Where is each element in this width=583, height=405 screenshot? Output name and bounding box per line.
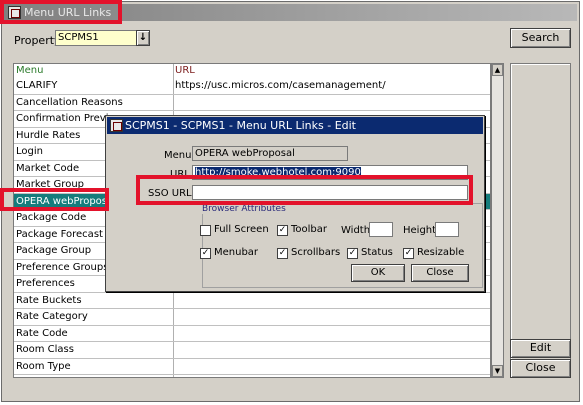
scroll-up-icon[interactable]: ▲ <box>492 64 503 76</box>
annotation-highlight-selected-row <box>0 188 109 211</box>
dialog-app-icon <box>110 119 123 132</box>
height-label: Height <box>403 225 437 236</box>
browser-attributes-label: Browser Attributes <box>202 204 286 214</box>
status-checkbox[interactable]: ✓ <box>347 248 358 259</box>
menu-cell: Room Class <box>16 344 74 355</box>
annotation-highlight-sso-url <box>136 175 473 205</box>
edit-button[interactable]: Edit <box>510 339 571 358</box>
resizable-label: Resizable <box>417 247 465 258</box>
menu-field: OPERA webProposal <box>192 146 348 161</box>
dialog-close-button[interactable]: Close <box>411 264 469 282</box>
ok-button[interactable]: OK <box>351 264 405 282</box>
scrollbars-checkbox[interactable]: ✓ <box>277 248 288 259</box>
table-row[interactable]: Rate Code <box>14 326 490 342</box>
menu-cell: Room Type <box>16 360 71 372</box>
width-field[interactable] <box>369 222 393 237</box>
url-cell: https://usc.micros.com/casemanagement/ <box>175 80 386 91</box>
dialog-title: SCPMS1 - SCPMS1 - Menu URL Links - Edit <box>125 119 356 132</box>
property-value: SCPMS1 <box>58 32 99 43</box>
menubar-label: Menubar <box>214 247 259 258</box>
close-button[interactable]: Close <box>510 359 571 378</box>
chevron-down-icon: ↓ <box>138 32 148 43</box>
menu-cell: Cancellation Reasons <box>16 96 123 108</box>
column-header-url: URL <box>175 65 195 76</box>
table-header: Menu URL <box>14 64 490 78</box>
side-button-panel <box>510 63 571 378</box>
annotation-highlight-title <box>0 0 122 24</box>
scrollbars-label: Scrollbars <box>291 247 341 258</box>
full-screen-label: Full Screen <box>214 224 269 235</box>
table-row[interactable]: Rate Category <box>14 309 490 326</box>
height-field[interactable] <box>435 222 459 237</box>
dialog-title-bar: SCPMS1 - SCPMS1 - Menu URL Links - Edit <box>107 117 483 134</box>
scroll-down-icon[interactable]: ▼ <box>492 365 503 377</box>
menubar-checkbox[interactable]: ✓ <box>200 248 211 259</box>
table-row[interactable]: Rate Buckets <box>14 293 490 309</box>
resizable-checkbox[interactable]: ✓ <box>403 248 414 259</box>
toolbar-label: Toolbar <box>291 224 328 235</box>
status-label: Status <box>361 247 393 258</box>
table-row[interactable]: Room Type <box>14 359 490 375</box>
menu-cell: Rate Category <box>16 311 88 322</box>
table-row[interactable]: Room Class <box>14 342 490 359</box>
toolbar-checkbox[interactable]: ✓ <box>277 225 288 236</box>
menu-cell: CLARIFY <box>16 80 58 91</box>
property-dropdown-button[interactable]: ↓ <box>136 30 150 46</box>
menu-label: Menu <box>164 150 192 161</box>
property-label: Property <box>14 34 61 47</box>
table-row[interactable]: CLARIFY https://usc.micros.com/casemanage… <box>14 78 490 95</box>
menu-cell: Rate Buckets <box>16 294 82 306</box>
width-label: Width <box>341 225 371 236</box>
table-row[interactable]: Cancellation Reasons <box>14 95 490 111</box>
full-screen-checkbox[interactable] <box>200 225 211 236</box>
property-field[interactable]: SCPMS1 <box>55 30 137 46</box>
search-button[interactable]: Search <box>510 28 571 48</box>
menu-cell: Rate Code <box>16 327 68 339</box>
column-header-menu: Menu <box>16 65 44 76</box>
table-vertical-scrollbar[interactable]: ▲ ▼ <box>491 63 504 378</box>
